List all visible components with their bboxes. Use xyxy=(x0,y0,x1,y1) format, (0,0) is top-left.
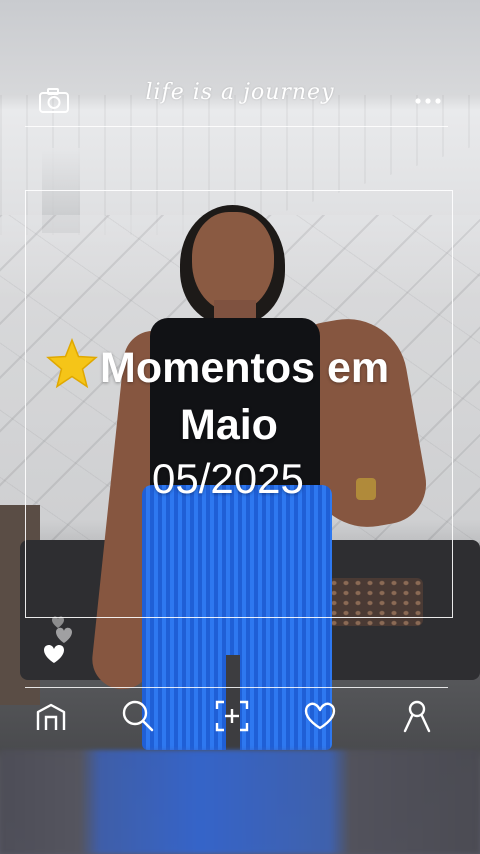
home-icon[interactable] xyxy=(34,702,68,732)
camera-icon[interactable] xyxy=(38,86,70,114)
caption-date: 05/2025 xyxy=(152,455,304,502)
caption-line-1: Momentos em xyxy=(100,344,390,392)
more-dots-icon[interactable] xyxy=(412,92,444,110)
search-icon[interactable] xyxy=(120,699,156,733)
video-frame: life is a journey Momentos em Maio 05/20… xyxy=(0,0,480,854)
nav-divider xyxy=(25,687,448,688)
add-photo-icon[interactable] xyxy=(214,699,250,733)
caption: Momentos em xyxy=(46,337,466,395)
header-divider xyxy=(25,126,448,127)
star-icon xyxy=(46,337,100,395)
heart-icon[interactable] xyxy=(302,700,338,732)
blurred-bottom-strip xyxy=(0,750,480,854)
hearts-icon[interactable] xyxy=(38,612,78,668)
caption-line-2: Maio xyxy=(180,401,278,449)
header-title: life is a journey xyxy=(145,80,335,105)
profile-icon[interactable] xyxy=(400,699,434,733)
